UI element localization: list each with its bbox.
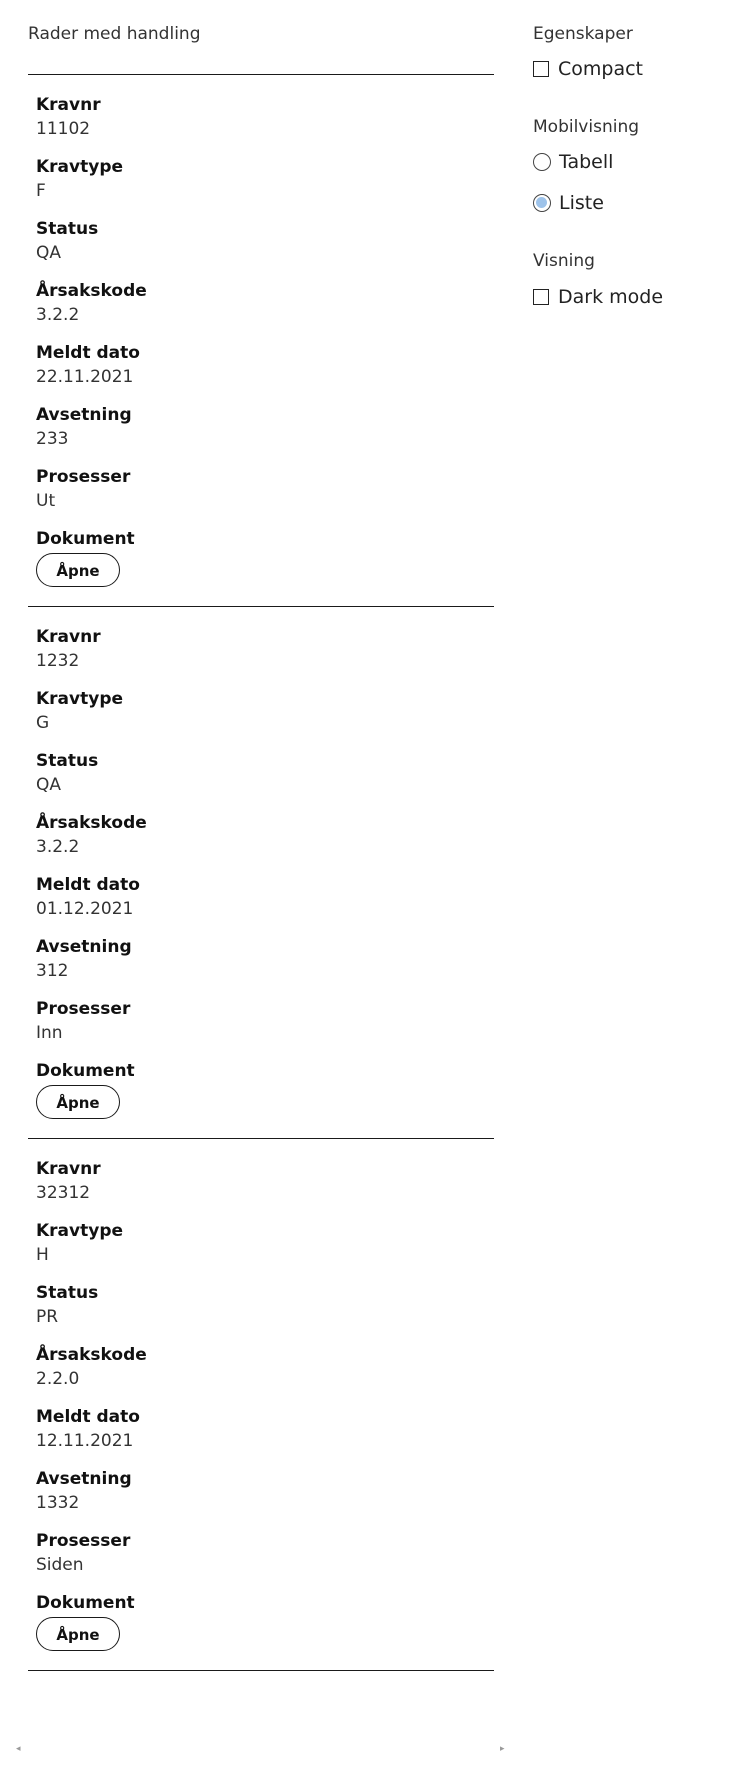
field-label: Kravtype [36,157,124,177]
open-document-button[interactable]: Åpne [36,1085,120,1119]
field-avsetning: Avsetning 233 [36,405,132,449]
field-label: Prosesser [36,467,131,487]
field-avsetning: Avsetning 312 [36,937,132,981]
field-value: 11102 [36,119,91,139]
liste-option[interactable]: Liste [533,192,604,214]
field-value: 01.12.2021 [36,899,134,919]
field-label: Kravnr [36,627,101,647]
field-arsakskode: Årsakskode 3.2.2 [36,813,147,857]
tabell-option[interactable]: Tabell [533,151,613,173]
compact-checkbox[interactable] [533,61,549,77]
field-value: 1232 [36,651,80,671]
open-document-button[interactable]: Åpne [36,1617,120,1651]
table-row: Kravnr 32312 Kravtype H Status PR Årsaks… [28,1139,494,1671]
field-value: Inn [36,1023,63,1043]
compact-option[interactable]: Compact [533,58,643,80]
field-value: G [36,713,50,733]
tabell-label: Tabell [559,151,614,173]
field-value: QA [36,775,62,795]
field-value: 3.2.2 [36,305,80,325]
field-value: 233 [36,429,69,449]
field-label: Kravnr [36,1159,101,1179]
field-value: H [36,1245,49,1265]
field-avsetning: Avsetning 1332 [36,1469,132,1513]
field-kravnr: Kravnr 11102 [36,95,101,139]
field-value: 3.2.2 [36,837,80,857]
field-label: Prosesser [36,999,131,1019]
field-dokument: Dokument Åpne [36,529,135,587]
field-value: 2.2.0 [36,1369,80,1389]
dark-mode-option[interactable]: Dark mode [533,286,663,308]
field-value: QA [36,243,62,263]
field-label: Avsetning [36,405,132,425]
dark-mode-checkbox[interactable] [533,289,549,305]
field-label: Prosesser [36,1531,131,1551]
scroll-right-icon[interactable]: ▸ [500,1744,505,1754]
tabell-radio[interactable] [533,153,551,171]
field-value: 312 [36,961,69,981]
field-label: Kravtype [36,1221,124,1241]
field-status: Status QA [36,219,98,263]
scroll-left-icon[interactable]: ◂ [16,1744,21,1754]
table-rows: Kravnr 11102 Kravtype F Status QA Årsaks… [28,75,494,1671]
table-row: Kravnr 11102 Kravtype F Status QA Årsaks… [28,75,494,607]
field-arsakskode: Årsakskode 3.2.2 [36,281,147,325]
field-prosesser: Prosesser Siden [36,1531,130,1575]
field-label: Avsetning [36,937,132,957]
table-caption: Rader med handling [28,24,201,44]
field-value: 22.11.2021 [36,367,134,387]
field-dokument: Dokument Åpne [36,1593,135,1651]
field-label: Dokument [36,1061,135,1081]
field-label: Årsakskode [36,281,147,301]
field-kravtype: Kravtype G [36,689,123,733]
field-meldt-dato: Meldt dato 01.12.2021 [36,875,140,919]
field-label: Meldt dato [36,1407,140,1427]
field-label: Status [36,219,99,239]
compact-label: Compact [558,58,643,80]
field-value: 12.11.2021 [36,1431,134,1451]
field-kravtype: Kravtype H [36,1221,123,1265]
field-label: Status [36,1283,99,1303]
field-status: Status PR [36,1283,98,1327]
mobile-view-group-title: Mobilvisning [533,117,640,137]
table-row: Kravnr 1232 Kravtype G Status QA Årsaksk… [28,607,494,1139]
display-group-title: Visning [533,251,595,271]
field-label: Årsakskode [36,1345,147,1365]
field-label: Årsakskode [36,813,147,833]
field-arsakskode: Årsakskode 2.2.0 [36,1345,147,1389]
field-label: Kravtype [36,689,124,709]
field-value: 32312 [36,1183,91,1203]
field-value: 1332 [36,1493,80,1513]
field-value: F [36,181,46,201]
field-label: Avsetning [36,1469,132,1489]
field-kravnr: Kravnr 1232 [36,627,101,671]
field-label: Dokument [36,1593,135,1613]
field-meldt-dato: Meldt dato 12.11.2021 [36,1407,140,1451]
dark-mode-label: Dark mode [558,286,664,308]
field-label: Meldt dato [36,343,140,363]
field-value: Siden [36,1555,84,1575]
field-dokument: Dokument Åpne [36,1061,135,1119]
liste-label: Liste [559,192,604,214]
field-label: Status [36,751,99,771]
field-label: Dokument [36,529,135,549]
liste-radio[interactable] [533,194,551,212]
field-meldt-dato: Meldt dato 22.11.2021 [36,343,140,387]
field-label: Meldt dato [36,875,140,895]
field-status: Status QA [36,751,98,795]
field-value: PR [36,1307,59,1327]
field-kravnr: Kravnr 32312 [36,1159,101,1203]
open-document-button[interactable]: Åpne [36,553,120,587]
field-value: Ut [36,491,56,511]
properties-group-title: Egenskaper [533,24,633,44]
field-prosesser: Prosesser Ut [36,467,130,511]
field-prosesser: Prosesser Inn [36,999,130,1043]
field-kravtype: Kravtype F [36,157,123,201]
field-label: Kravnr [36,95,101,115]
